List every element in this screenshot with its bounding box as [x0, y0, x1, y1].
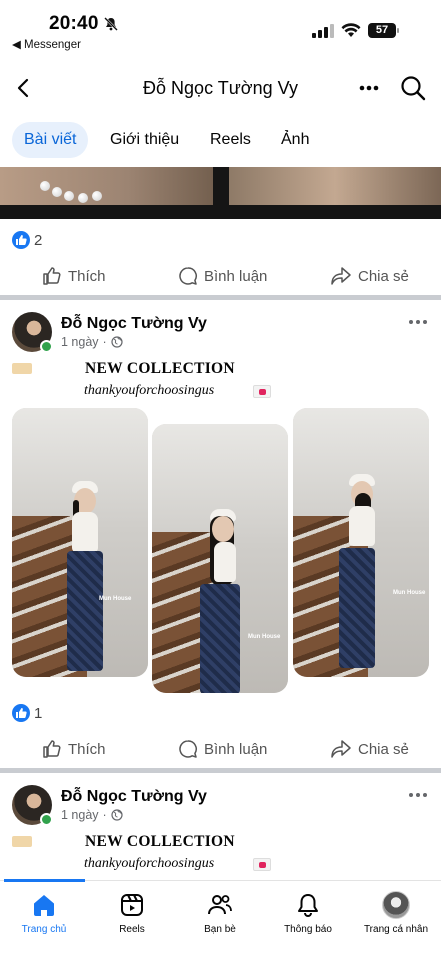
back-to-app-link[interactable]: ◀ Messenger — [12, 37, 81, 51]
status-bar: 20:40 ◀ Messenger 57 — [0, 0, 441, 56]
post-photo[interactable] — [229, 167, 441, 205]
label-tag-icon — [12, 363, 32, 374]
share-icon — [331, 267, 351, 285]
bottom-navigation: Trang chủ Reels Bạn bè Thông báo Trang c… — [0, 879, 441, 960]
label-tag-icon — [12, 836, 32, 847]
tab-photos[interactable]: Ảnh — [281, 122, 309, 158]
comment-button[interactable]: Bình luận — [178, 260, 267, 292]
love-letter-icon — [253, 858, 271, 871]
globe-icon — [111, 809, 123, 821]
image-watermark: Mun House — [99, 596, 132, 602]
nav-home-label: Trang chủ — [21, 924, 67, 935]
comment-button[interactable]: Bình luận — [178, 733, 267, 765]
reaction-count: 2 — [34, 231, 43, 249]
nav-reels[interactable]: Reels — [88, 891, 176, 935]
reels-icon — [121, 894, 143, 916]
nav-profile-label: Trang cá nhân — [363, 924, 429, 935]
bell-off-icon — [104, 17, 118, 31]
reaction-count: 1 — [34, 704, 43, 722]
active-tab-indicator — [4, 879, 85, 882]
nav-home[interactable]: Trang chủ — [0, 891, 88, 935]
image-watermark: Mun House — [393, 590, 426, 596]
like-reaction-icon — [12, 231, 30, 249]
friends-icon — [208, 895, 232, 915]
post-headline: NEW COLLECTION — [85, 360, 235, 377]
nav-friends-label: Bạn bè — [204, 924, 236, 935]
tab-about[interactable]: Giới thiệu — [110, 122, 179, 158]
post-time[interactable]: 1 ngày — [61, 335, 99, 349]
share-label: Chia sẻ — [358, 267, 409, 285]
post-headline: NEW COLLECTION — [85, 833, 235, 850]
nav-friends[interactable]: Bạn bè — [176, 891, 264, 935]
nav-profile[interactable]: Trang cá nhân — [352, 891, 440, 935]
nav-reels-label: Reels — [119, 924, 145, 935]
reaction-summary[interactable]: 2 — [12, 230, 42, 250]
post-actions: Thích Bình luận Chia sẻ — [0, 733, 441, 765]
post-image[interactable]: Mun House — [293, 408, 429, 677]
post-subline: thankyouforchoosingus — [84, 856, 215, 871]
globe-icon — [111, 336, 123, 348]
more-options-icon[interactable] — [355, 76, 383, 100]
comment-label: Bình luận — [204, 267, 268, 285]
wifi-icon — [341, 23, 361, 37]
battery-indicator: 57 — [368, 23, 399, 38]
meta-separator: · — [102, 335, 107, 349]
share-button[interactable]: Chia sẻ — [330, 260, 409, 292]
post-actions: Thích Bình luận Chia sẻ — [0, 260, 441, 292]
post-more-icon[interactable] — [407, 316, 429, 328]
search-icon[interactable] — [399, 74, 427, 102]
share-button[interactable]: Chia sẻ — [330, 733, 409, 765]
post-meta: 1 ngày · — [61, 808, 123, 822]
profile-icon — [382, 891, 410, 919]
like-label: Thích — [68, 267, 106, 285]
post-photo[interactable] — [0, 167, 213, 205]
profile-header: Đỗ Ngọc Tường Vy — [0, 68, 441, 108]
post-image[interactable]: Mun House — [12, 408, 148, 677]
home-icon — [34, 895, 54, 916]
clock: 20:40 — [49, 13, 99, 34]
comment-label: Bình luận — [204, 740, 268, 758]
bell-icon — [298, 894, 318, 917]
like-reaction-icon — [12, 704, 30, 722]
post-time[interactable]: 1 ngày — [61, 808, 99, 822]
previous-post-photos[interactable] — [0, 167, 441, 219]
nav-notifications-label: Thông báo — [284, 924, 332, 935]
profile-tabs: Bài viết Giới thiệu Reels Ảnh — [0, 122, 441, 160]
post-divider — [0, 768, 441, 773]
post-meta: 1 ngày · — [61, 335, 123, 349]
share-icon — [331, 740, 351, 758]
like-button[interactable]: Thích — [42, 733, 106, 765]
post-image[interactable]: Mun House — [152, 424, 288, 693]
thumbs-up-icon — [43, 740, 61, 758]
comment-icon — [179, 740, 197, 758]
reaction-summary[interactable]: 1 — [12, 703, 42, 723]
image-watermark: Mun House — [248, 634, 281, 640]
tab-posts[interactable]: Bài viết — [12, 122, 89, 158]
nav-notifications[interactable]: Thông báo — [264, 891, 352, 935]
share-label: Chia sẻ — [358, 740, 409, 758]
love-letter-icon — [253, 385, 271, 398]
comment-icon — [179, 267, 197, 285]
tab-reels[interactable]: Reels — [210, 122, 251, 158]
online-status-dot — [40, 813, 53, 826]
meta-separator: · — [102, 808, 107, 822]
post-author[interactable]: Đỗ Ngọc Tường Vy — [61, 788, 207, 806]
thumbs-up-icon — [43, 267, 61, 285]
post-more-icon[interactable] — [407, 789, 429, 801]
post-author[interactable]: Đỗ Ngọc Tường Vy — [61, 315, 207, 333]
cellular-signal-icon — [312, 24, 334, 38]
like-button[interactable]: Thích — [42, 260, 106, 292]
post-subline: thankyouforchoosingus — [84, 383, 215, 398]
like-label: Thích — [68, 740, 106, 758]
online-status-dot — [40, 340, 53, 353]
post-divider — [0, 295, 441, 300]
